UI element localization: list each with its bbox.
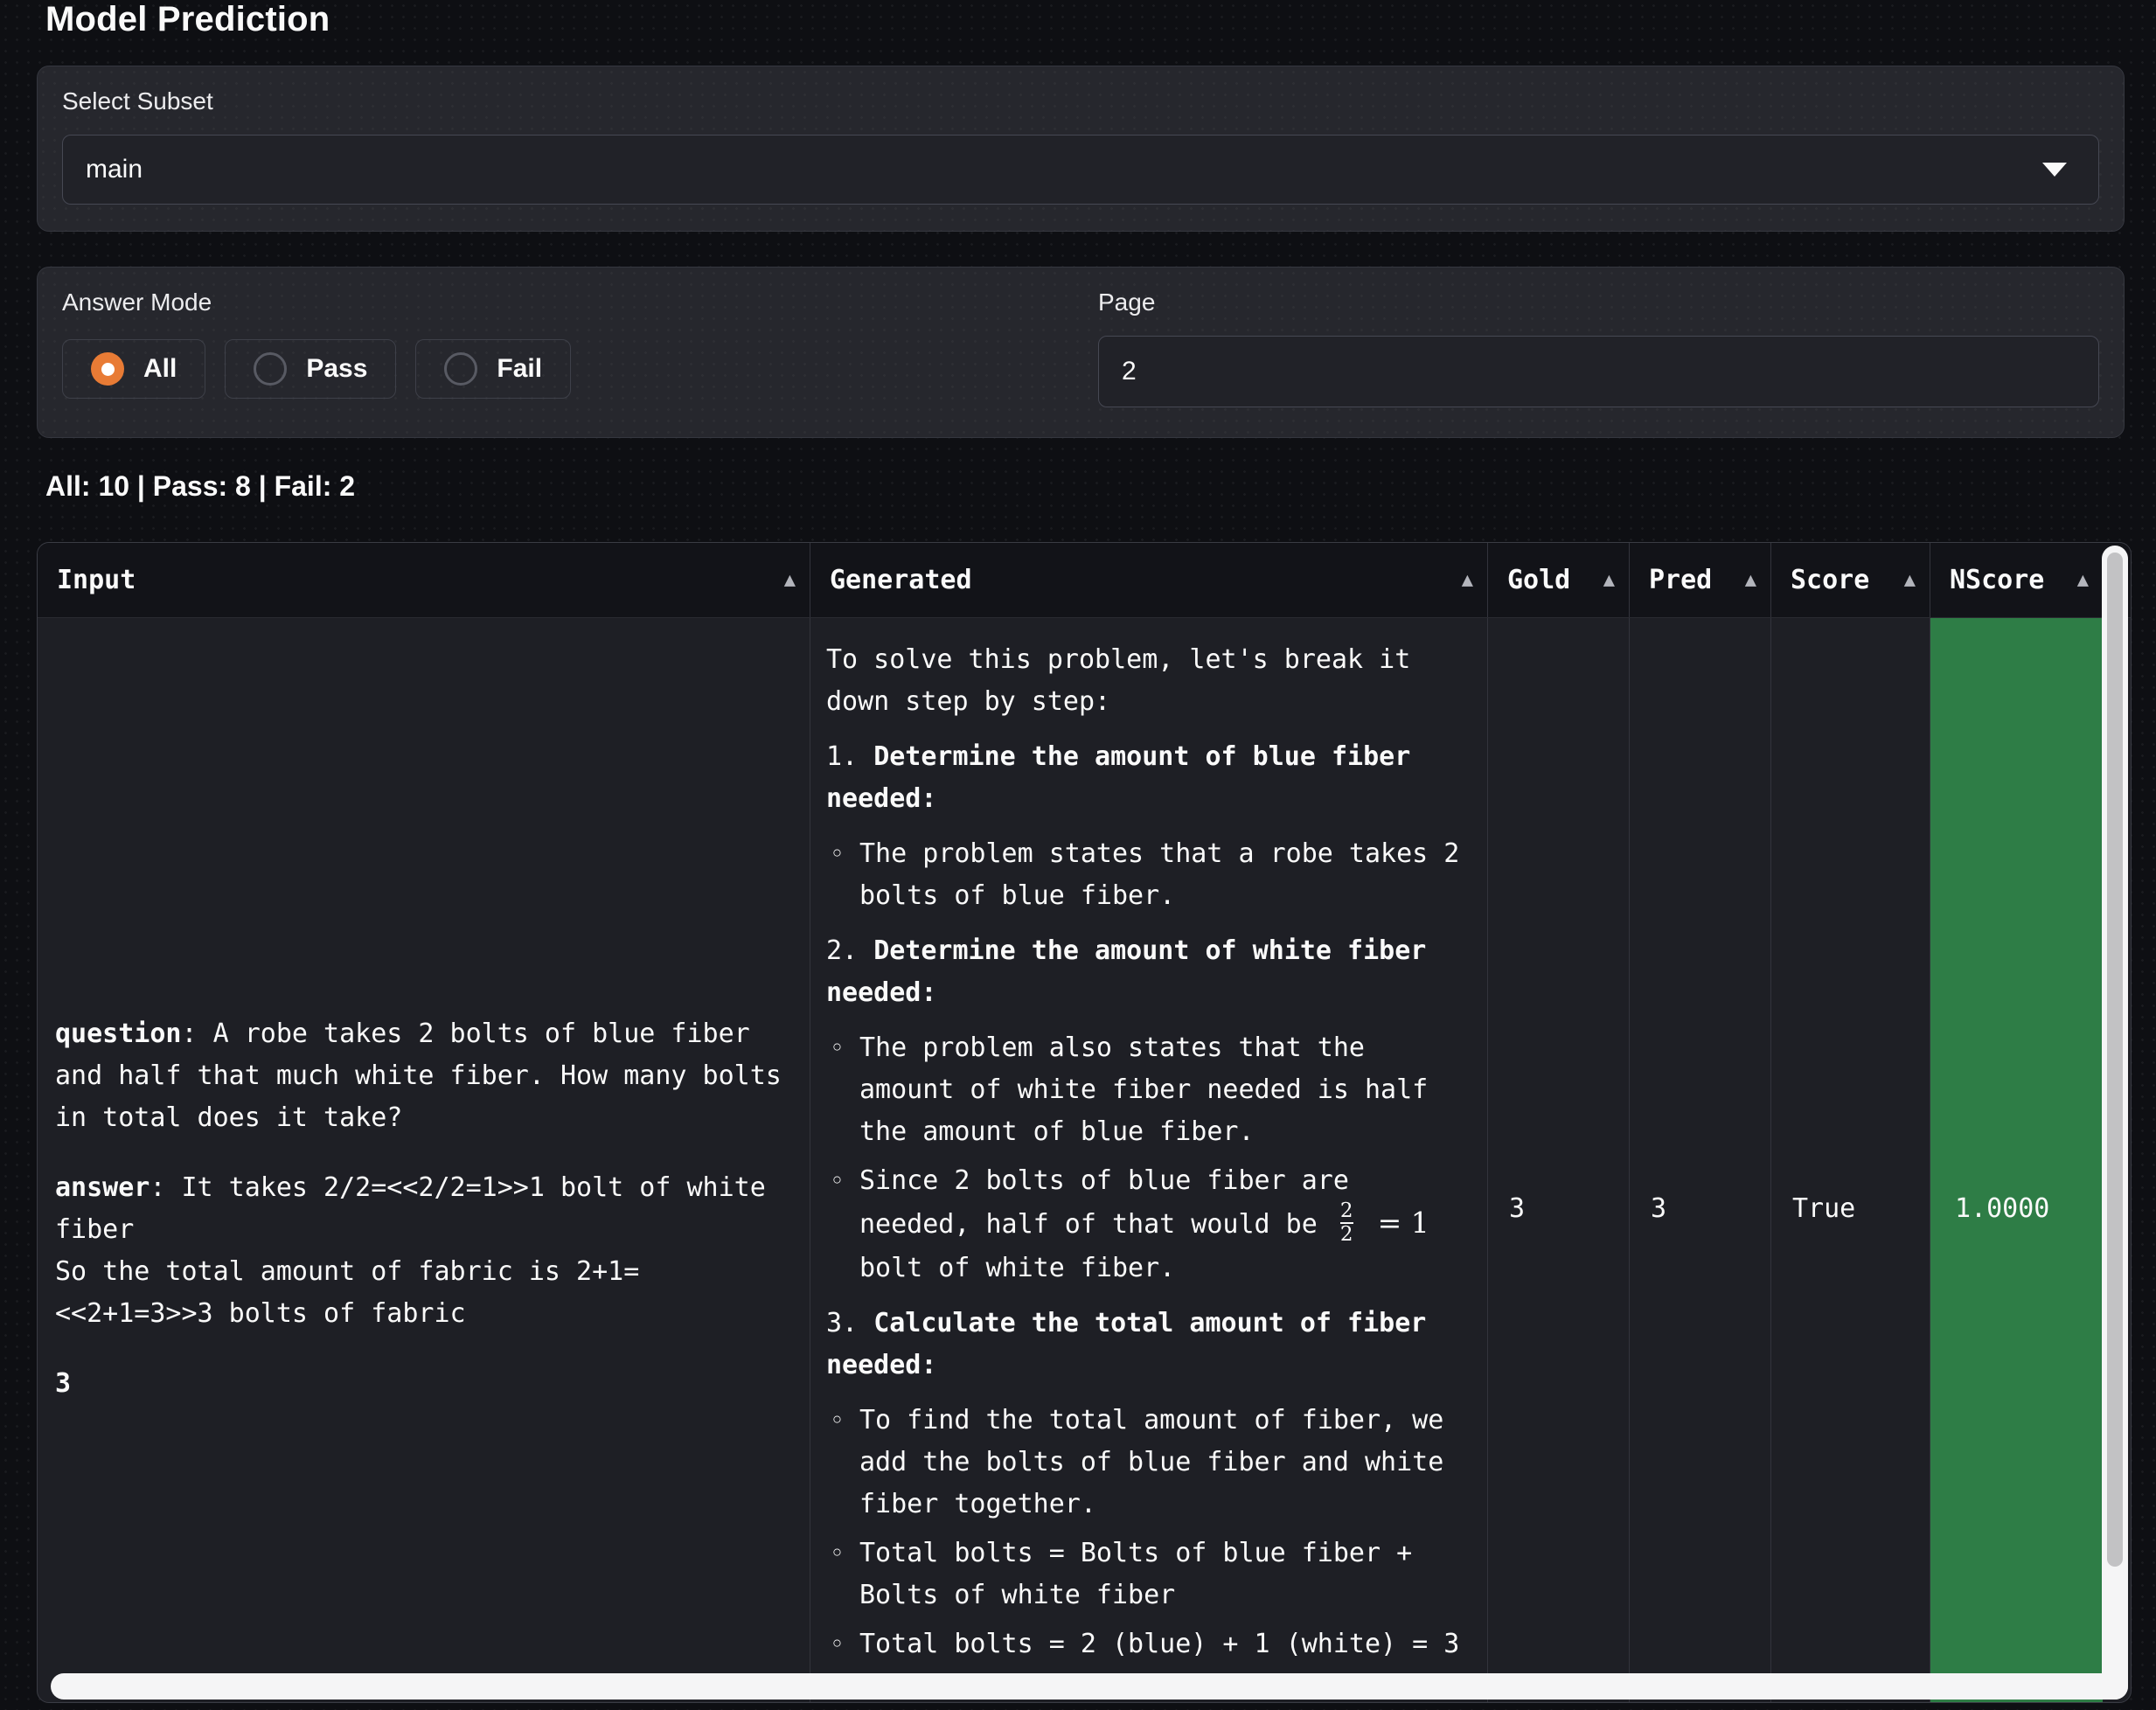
column-header-score[interactable]: Score ▲ [1770, 543, 1930, 617]
radio-button-all[interactable] [91, 352, 124, 386]
bullet-list: ◦ The problem states that a robe takes 2… [826, 833, 1475, 917]
final-answer: 3 [55, 1363, 792, 1405]
cell-generated: To solve this problem, let's break it do… [810, 618, 1487, 1703]
bullet-text: The problem also states that the amount … [859, 1032, 1428, 1147]
answer-mode-label: Answer Mode [62, 288, 1063, 316]
column-header-pred[interactable]: Pred ▲ [1629, 543, 1770, 617]
fraction-denominator: 2 [1340, 1222, 1353, 1246]
vertical-scrollbar-thumb[interactable] [2107, 553, 2123, 1567]
table-row: question: A robe takes 2 bolts of blue f… [38, 618, 2131, 1703]
column-header-gold[interactable]: Gold ▲ [1487, 543, 1629, 617]
radio-button-fail[interactable] [444, 352, 477, 386]
radio-button-pass[interactable] [254, 352, 287, 386]
chevron-down-icon [2042, 163, 2067, 177]
column-header-label: Pred [1649, 565, 1712, 595]
step-heading: 1. Determine the amount of blue fiber ne… [826, 736, 1475, 820]
cell-gold: 3 [1487, 618, 1629, 1703]
bullet-icon: ◦ [830, 1160, 845, 1202]
step-number: 2. [826, 935, 858, 966]
bullet-text: To find the total amount of fiber, we ad… [859, 1405, 1443, 1519]
column-header-label: Gold [1507, 565, 1570, 595]
list-item: ◦ Since 2 bolts of blue fiber are needed… [826, 1160, 1475, 1289]
page-group: Page [1098, 288, 2099, 407]
column-header-input[interactable]: Input ▲ [38, 543, 810, 617]
bullet-text: The problem states that a robe takes 2 b… [859, 838, 1459, 911]
column-header-label: Score [1791, 565, 1869, 595]
cell-pred: 3 [1629, 618, 1770, 1703]
column-header-generated[interactable]: Generated ▲ [810, 543, 1487, 617]
step-number: 1. [826, 741, 858, 772]
bullet-text: Since 2 bolts of blue fiber are needed, … [859, 1165, 1349, 1240]
column-header-nscore[interactable]: NScore ▲ [1930, 543, 2103, 617]
bullet-icon: ◦ [830, 1400, 845, 1442]
list-item: ◦ Total bolts = Bolts of blue fiber + Bo… [826, 1533, 1475, 1616]
subset-select[interactable]: main [62, 135, 2099, 205]
generated-intro: To solve this problem, let's break it do… [826, 639, 1475, 723]
cell-nscore: 1.0000 [1930, 618, 2103, 1703]
bullet-text: Total bolts = Bolts of blue fiber + Bolt… [859, 1538, 1412, 1610]
list-item: ◦ The problem also states that the amoun… [826, 1027, 1475, 1153]
bullet-icon: ◦ [830, 1533, 845, 1574]
step-heading: 2. Determine the amount of white fiber n… [826, 930, 1475, 1014]
radio-label-pass: Pass [306, 354, 367, 384]
step-title: Determine the amount of white fiber need… [826, 935, 1426, 1008]
list-item: ◦ The problem states that a robe takes 2… [826, 833, 1475, 917]
radio-label-fail: Fail [497, 354, 542, 384]
subset-label: Select Subset [62, 87, 2099, 115]
app-screen: Model Prediction Select Subset main Answ… [0, 0, 2156, 1710]
cell-score: True [1770, 618, 1930, 1703]
radio-option-all[interactable]: All [62, 339, 205, 399]
sort-asc-icon: ▲ [1603, 569, 1615, 591]
results-table: Input ▲ Generated ▲ Gold ▲ Pred ▲ Score … [37, 542, 2132, 1703]
column-header-label: Input [57, 565, 136, 595]
answer-paragraph: answer: It takes 2/2=<<2/2=1>>1 bolt of … [55, 1167, 792, 1335]
fraction-equals: = 1 [1378, 1206, 1429, 1240]
horizontal-scrollbar[interactable] [51, 1673, 2128, 1700]
answer-mode-group: Answer Mode All Pass Fail [62, 288, 1063, 407]
radio-option-fail[interactable]: Fail [415, 339, 571, 399]
answer-line1: : It takes 2/2=<<2/2=1>>1 bolt of white … [55, 1172, 766, 1245]
radio-option-pass[interactable]: Pass [225, 339, 396, 399]
column-header-label: NScore [1950, 565, 2044, 595]
bullet-icon: ◦ [830, 1027, 845, 1069]
subset-select-value: main [86, 155, 143, 184]
sort-asc-icon: ▲ [784, 569, 796, 591]
answer-label: answer [55, 1172, 150, 1203]
sort-asc-icon: ▲ [1745, 569, 1756, 591]
page-input[interactable] [1098, 336, 2099, 407]
fraction-numerator: 2 [1340, 1200, 1353, 1222]
bullet-list: ◦ The problem also states that the amoun… [826, 1027, 1475, 1289]
column-header-label: Generated [830, 565, 972, 595]
page-label: Page [1098, 288, 2099, 316]
fraction: 22 [1340, 1200, 1353, 1246]
page-title: Model Prediction [45, 0, 330, 39]
radio-label-all: All [143, 354, 177, 384]
subset-card: Select Subset main [37, 66, 2125, 232]
sort-asc-icon: ▲ [1904, 569, 1916, 591]
final-answer-value: 3 [55, 1368, 71, 1399]
table-header-row: Input ▲ Generated ▲ Gold ▲ Pred ▲ Score … [38, 543, 2131, 618]
step-title: Calculate the total amount of fiber need… [826, 1308, 1426, 1380]
list-item: ◦ To find the total amount of fiber, we … [826, 1400, 1475, 1526]
question-label: question [55, 1018, 182, 1049]
sort-asc-icon: ▲ [2077, 569, 2089, 591]
answer-line2: So the total amount of fabric is 2+1=<<2… [55, 1256, 639, 1329]
step-title: Determine the amount of blue fiber neede… [826, 741, 1410, 814]
bullet-icon: ◦ [830, 833, 845, 875]
bullet-text: bolt of white fiber. [859, 1253, 1175, 1283]
bullet-list: ◦ To find the total amount of fiber, we … [826, 1400, 1475, 1703]
sort-asc-icon: ▲ [1462, 569, 1473, 591]
step-number: 3. [826, 1308, 858, 1338]
controls-card: Answer Mode All Pass Fail [37, 267, 2125, 438]
stats-text: All: 10 | Pass: 8 | Fail: 2 [45, 470, 355, 503]
cell-input: question: A robe takes 2 bolts of blue f… [38, 618, 810, 1703]
step-heading: 3. Calculate the total amount of fiber n… [826, 1303, 1475, 1387]
answer-mode-radio-group: All Pass Fail [62, 339, 1063, 399]
radio-dot [101, 363, 115, 376]
question-paragraph: question: A robe takes 2 bolts of blue f… [55, 1013, 792, 1139]
bullet-icon: ◦ [830, 1623, 845, 1665]
